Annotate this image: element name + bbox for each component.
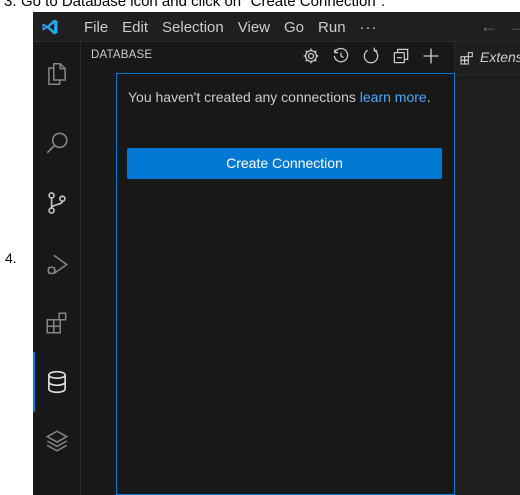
editor-tab-label: Extensions xyxy=(480,49,520,65)
menu-bar: File Edit Selection View Go Run ··· xyxy=(84,12,378,42)
create-connection-button[interactable]: Create Connection xyxy=(127,148,442,179)
document-instruction-line: 3. Go to Database icon and click on "Cre… xyxy=(0,0,520,11)
history-icon[interactable] xyxy=(331,46,351,66)
vscode-window: File Edit Selection View Go Run ··· ← → xyxy=(33,12,520,495)
welcome-text: You haven't created any connections xyxy=(128,89,360,105)
menu-edit[interactable]: Edit xyxy=(122,19,148,36)
step-number-3: 3. xyxy=(4,0,17,10)
editor-tab-extensions[interactable]: Extensions xyxy=(455,42,520,75)
menu-view[interactable]: View xyxy=(238,19,270,36)
extensions-icon[interactable] xyxy=(44,310,70,336)
welcome-suffix: . xyxy=(426,89,431,105)
search-icon[interactable] xyxy=(44,130,70,156)
source-control-icon[interactable] xyxy=(44,190,70,216)
no-connections-message: You haven't created any connections lear… xyxy=(128,86,438,108)
refresh-icon[interactable] xyxy=(361,46,381,66)
sidebar-header: DATABASE xyxy=(81,42,455,70)
database-sidebar: DATABASE You haven't created any connect… xyxy=(81,42,455,495)
menu-go[interactable]: Go xyxy=(284,19,304,36)
menu-file[interactable]: File xyxy=(84,19,108,36)
vscode-logo-icon xyxy=(42,19,58,35)
extensions-tab-icon xyxy=(460,52,473,65)
layers-icon[interactable] xyxy=(44,428,70,454)
explorer-icon[interactable] xyxy=(44,61,70,87)
collapse-all-icon[interactable] xyxy=(391,46,411,66)
settings-icon[interactable] xyxy=(301,46,321,66)
sidebar-actions xyxy=(301,46,441,66)
step-number-4: 4. xyxy=(5,250,17,266)
menu-run[interactable]: Run xyxy=(318,19,346,36)
title-bar: File Edit Selection View Go Run ··· ← → xyxy=(33,12,520,42)
instruction-text: Go to Database icon and click on "Create… xyxy=(21,0,386,10)
menu-selection[interactable]: Selection xyxy=(162,19,224,36)
menu-more-icon[interactable]: ··· xyxy=(360,19,378,36)
sidebar-title: DATABASE xyxy=(91,49,153,61)
run-debug-icon[interactable] xyxy=(44,252,70,278)
database-icon[interactable] xyxy=(44,369,70,395)
learn-more-link[interactable]: learn more xyxy=(360,89,427,105)
connections-panel: You haven't created any connections lear… xyxy=(116,73,455,495)
forward-arrow-icon[interactable]: → xyxy=(509,16,520,37)
active-indicator xyxy=(33,352,35,412)
activity-bar xyxy=(33,42,81,495)
back-arrow-icon[interactable]: ← xyxy=(480,16,498,37)
add-icon[interactable] xyxy=(421,46,441,66)
editor-area: Extensions xyxy=(455,42,520,495)
